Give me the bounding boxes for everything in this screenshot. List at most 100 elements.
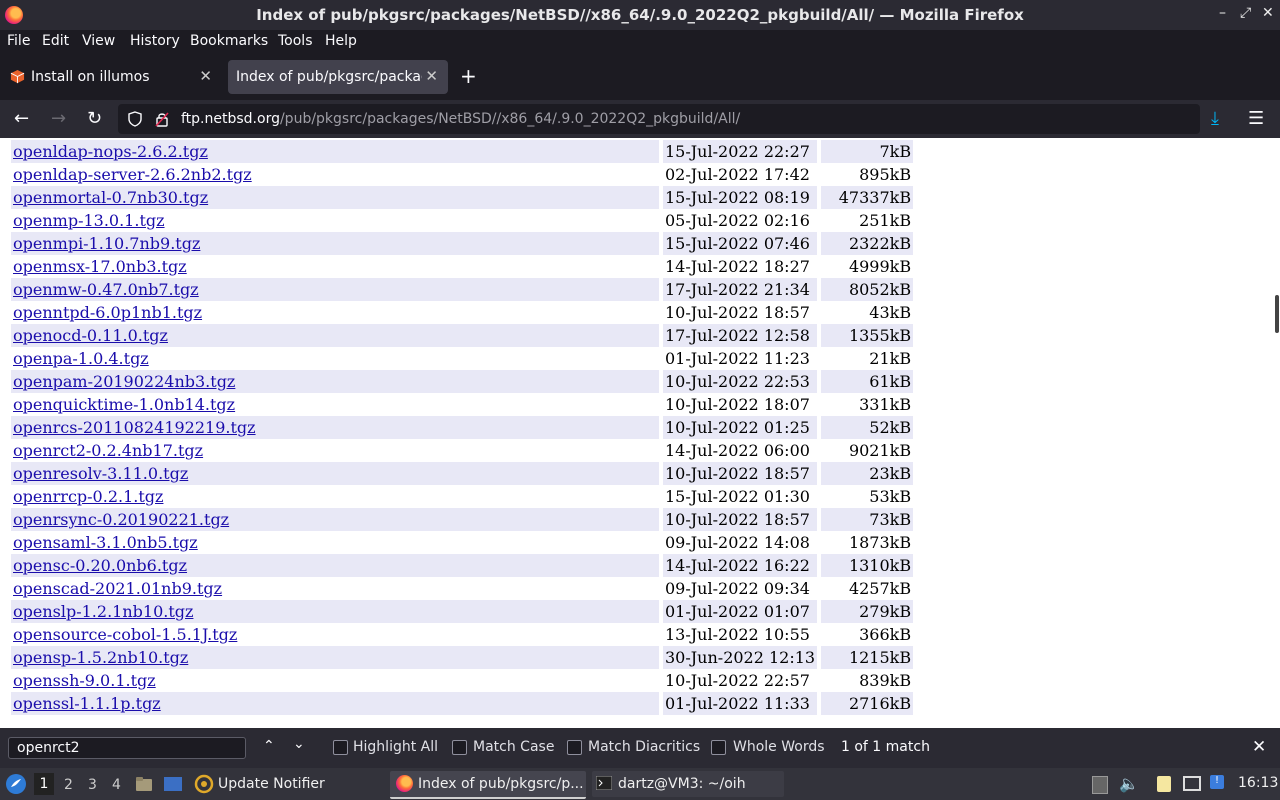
tab-index-pkgsrc[interactable]: Index of pub/pkgsrc/packag ✕ xyxy=(228,60,448,94)
close-tab-icon[interactable]: ✕ xyxy=(425,67,438,85)
file-name-cell: openpa-1.0.4.tgz xyxy=(11,347,659,370)
table-row: opensource-cobol-1.5.1J.tgz 13-Jul-2022 1… xyxy=(11,623,913,646)
menu-help[interactable]: Help xyxy=(325,33,357,49)
menu-bookmarks[interactable]: Bookmarks xyxy=(190,33,268,49)
table-row: openslp-1.2.1nb10.tgz 01-Jul-2022 01:07 27… xyxy=(11,600,914,623)
menu-file[interactable]: File xyxy=(7,33,30,49)
minimize-icon[interactable]: – xyxy=(1219,5,1226,21)
volume-icon[interactable]: 🔈 xyxy=(1119,774,1139,793)
match-diacritics-label[interactable]: Match Diacritics xyxy=(588,739,700,755)
file-link[interactable]: openldap-nops-2.6.2.tgz xyxy=(13,142,208,161)
file-link[interactable]: openresolv-3.11.0.tgz xyxy=(13,464,188,483)
tab-install-illumos[interactable]: Install on illumos ✕ xyxy=(0,60,222,94)
downloads-icon[interactable]: ⤓ xyxy=(1211,108,1219,129)
task-label: dartz@VM3: ~/oih xyxy=(618,776,746,792)
file-link[interactable]: openrrcp-0.2.1.tgz xyxy=(13,487,163,506)
file-link[interactable]: opensource-cobol-1.5.1J.tgz xyxy=(13,625,237,644)
forward-icon[interactable]: → xyxy=(51,108,66,129)
file-link[interactable]: openmw-0.47.0nb7.tgz xyxy=(13,280,199,299)
display-icon[interactable] xyxy=(1183,776,1201,791)
file-link[interactable]: openmpi-1.10.7nb9.tgz xyxy=(13,234,200,253)
file-link[interactable]: openrct2-0.2.4nb17.tgz xyxy=(13,441,203,460)
task-terminal[interactable]: dartz@VM3: ~/oih xyxy=(592,771,784,797)
file-date: 09-Jul-2022 09:34 xyxy=(665,579,810,598)
highlight-all-checkbox[interactable] xyxy=(333,740,348,755)
file-link[interactable]: openrcs-20110824192219.tgz xyxy=(13,418,256,437)
file-date: 15-Jul-2022 07:46 xyxy=(663,232,818,255)
whole-words-checkbox[interactable] xyxy=(711,740,726,755)
file-link[interactable]: opensaml-3.1.0nb5.tgz xyxy=(13,533,198,552)
table-row: openssh-9.0.1.tgz 10-Jul-2022 22:57 839kB xyxy=(11,669,913,692)
file-manager-icon[interactable] xyxy=(135,775,153,793)
close-find-bar-icon[interactable]: ✕ xyxy=(1252,737,1266,757)
find-next-icon[interactable]: ⌄ xyxy=(293,736,305,752)
start-menu-icon[interactable] xyxy=(5,773,27,795)
workspace-2[interactable]: 2 xyxy=(64,777,73,793)
workspace-3[interactable]: 3 xyxy=(88,777,97,793)
file-link[interactable]: opensc-0.20.0nb6.tgz xyxy=(13,556,187,575)
close-window-icon[interactable]: ✕ xyxy=(1262,5,1274,21)
file-link[interactable]: openldap-server-2.6.2nb2.tgz xyxy=(13,165,252,184)
file-size: 4999kB xyxy=(848,257,912,276)
file-size: 1873kB xyxy=(848,533,912,552)
match-case-checkbox[interactable] xyxy=(452,740,467,755)
match-case-label[interactable]: Match Case xyxy=(473,739,554,755)
task-firefox[interactable]: Index of pub/pkgsrc/p... xyxy=(390,771,586,799)
find-previous-icon[interactable]: ⌃ xyxy=(263,738,275,754)
file-link[interactable]: openmortal-0.7nb30.tgz xyxy=(13,188,208,207)
file-date: 10-Jul-2022 01:25 xyxy=(663,416,818,439)
notes-icon[interactable] xyxy=(1157,776,1171,792)
clipboard-icon[interactable] xyxy=(1092,776,1108,794)
table-row: openldap-nops-2.6.2.tgz 15-Jul-2022 22:27… xyxy=(11,140,914,163)
file-link[interactable]: openmp-13.0.1.tgz xyxy=(13,211,165,230)
file-link[interactable]: openpa-1.0.4.tgz xyxy=(13,349,149,368)
find-result-count: 1 of 1 match xyxy=(841,739,930,755)
network-icon[interactable]: ! xyxy=(1210,775,1224,789)
file-link[interactable]: openssh-9.0.1.tgz xyxy=(13,671,156,690)
menu-view[interactable]: View xyxy=(82,33,115,49)
workspace-4[interactable]: 4 xyxy=(112,777,121,793)
back-icon[interactable]: ← xyxy=(14,108,29,129)
table-row: openrsync-0.20190221.tgz 10-Jul-2022 18:5… xyxy=(11,508,914,531)
close-tab-icon[interactable]: ✕ xyxy=(199,67,212,85)
tracking-shield-icon[interactable] xyxy=(127,111,143,127)
table-row: openmp-13.0.1.tgz 05-Jul-2022 02:16 251kB xyxy=(11,209,913,232)
file-link[interactable]: openssl-1.1.1p.tgz xyxy=(13,694,161,713)
file-size: 279kB xyxy=(821,600,914,623)
file-date: 15-Jul-2022 01:30 xyxy=(665,487,810,506)
file-date: 02-Jul-2022 17:42 xyxy=(665,165,810,184)
table-row: openmw-0.47.0nb7.tgz 17-Jul-2022 21:34 805… xyxy=(11,278,914,301)
match-diacritics-checkbox[interactable] xyxy=(567,740,582,755)
scrollbar-thumb[interactable] xyxy=(1275,295,1279,333)
file-link[interactable]: openpam-20190224nb3.tgz xyxy=(13,372,235,391)
maximize-icon[interactable]: ⤢ xyxy=(1240,5,1251,21)
insecure-lock-icon[interactable] xyxy=(154,111,170,127)
file-link[interactable]: openrsync-0.20190221.tgz xyxy=(13,510,229,529)
menu-edit[interactable]: Edit xyxy=(42,33,69,49)
whole-words-label[interactable]: Whole Words xyxy=(733,739,825,755)
file-link[interactable]: openquicktime-1.0nb14.tgz xyxy=(13,395,235,414)
file-link[interactable]: openslp-1.2.1nb10.tgz xyxy=(13,602,193,621)
reload-icon[interactable]: ↻ xyxy=(87,108,102,129)
file-link[interactable]: openscad-2021.01nb9.tgz xyxy=(13,579,222,598)
app-menu-icon[interactable]: ☰ xyxy=(1248,108,1264,129)
clock: 16:13 xyxy=(1238,775,1279,791)
workspace-1[interactable]: 1 xyxy=(34,773,54,795)
task-update-notifier[interactable]: Update Notifier xyxy=(192,771,382,797)
show-desktop-icon[interactable] xyxy=(163,775,183,793)
table-row: openocd-0.11.0.tgz 17-Jul-2022 12:58 1355k… xyxy=(11,324,914,347)
file-name-cell: opensaml-3.1.0nb5.tgz xyxy=(11,531,659,554)
file-link[interactable]: openmsx-17.0nb3.tgz xyxy=(13,257,187,276)
file-date: 30-Jun-2022 12:13 xyxy=(663,646,818,669)
table-row: openpa-1.0.4.tgz 01-Jul-2022 11:23 21kB xyxy=(11,347,913,370)
find-input[interactable] xyxy=(8,737,246,759)
menu-history[interactable]: History xyxy=(130,33,180,49)
menu-tools[interactable]: Tools xyxy=(278,33,313,49)
file-link[interactable]: openntpd-6.0p1nb1.tgz xyxy=(13,303,202,322)
file-link[interactable]: opensp-1.5.2nb10.tgz xyxy=(13,648,188,667)
url-bar[interactable]: ftp.netbsd.org/pub/pkgsrc/packages/NetBS… xyxy=(118,104,1200,134)
new-tab-icon[interactable]: + xyxy=(460,64,477,88)
file-link[interactable]: openocd-0.11.0.tgz xyxy=(13,326,168,345)
url-host: ftp.netbsd.org xyxy=(181,111,280,127)
highlight-all-label[interactable]: Highlight All xyxy=(353,739,438,755)
